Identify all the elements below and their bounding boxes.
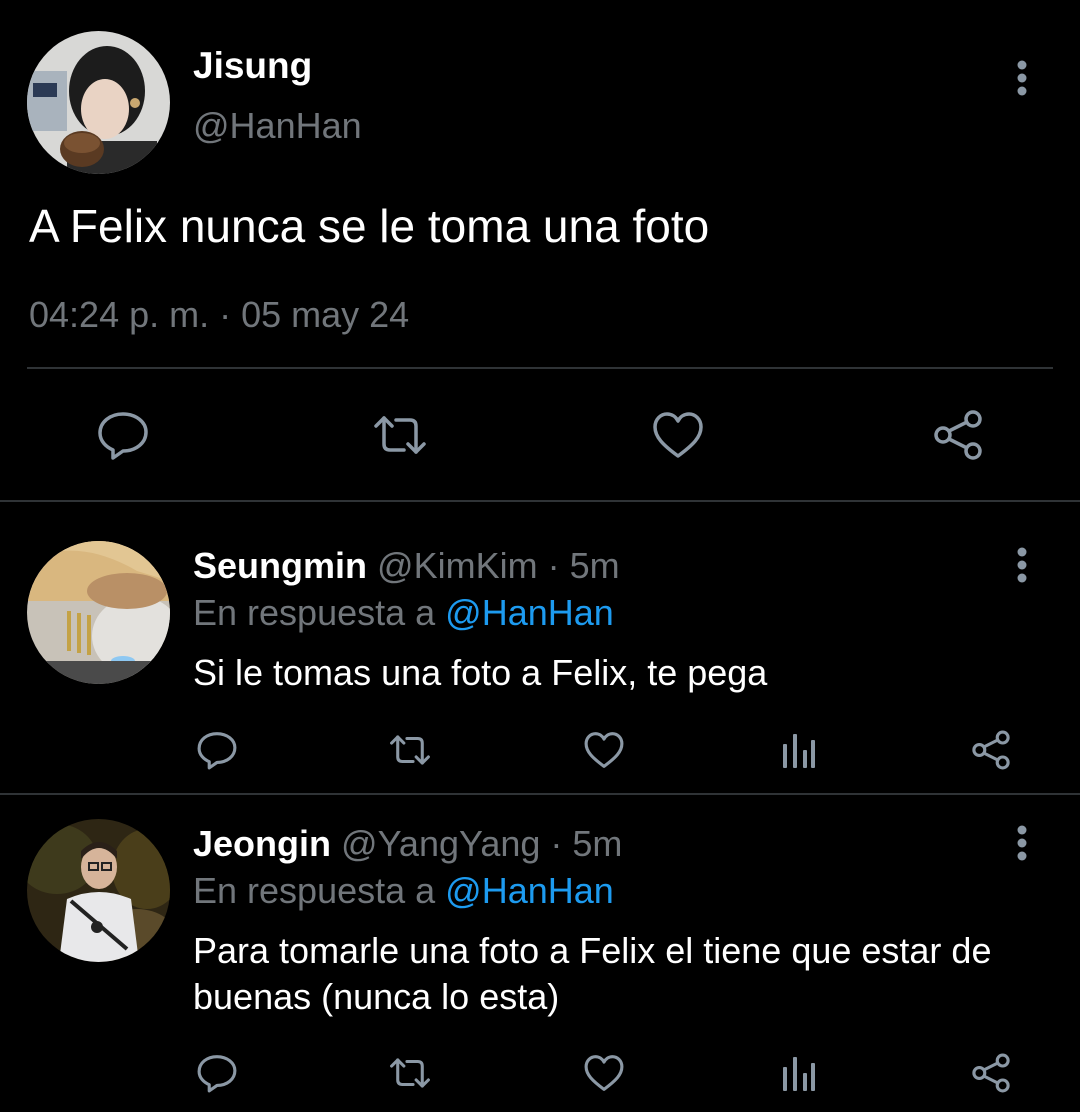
main-tweet-timestamp[interactable]: 04:24 p. m. · 05 may 24 xyxy=(29,292,409,338)
share-icon[interactable] xyxy=(967,1049,1015,1097)
more-vertical-icon[interactable] xyxy=(1002,48,1042,108)
reply-to-prefix: En respuesta a xyxy=(193,592,446,633)
reply-icon[interactable] xyxy=(193,726,241,774)
retweet-icon[interactable] xyxy=(370,405,430,465)
views-icon[interactable] xyxy=(774,726,822,774)
reply-icon[interactable] xyxy=(93,405,153,465)
share-icon[interactable] xyxy=(928,405,988,465)
reply-header: Seungmin @KimKim · 5m xyxy=(193,543,620,589)
main-author-avatar[interactable] xyxy=(27,31,170,174)
reply-time: · 5m xyxy=(547,545,620,586)
reply-text: Para tomarle una foto a Felix el tiene q… xyxy=(193,930,992,1017)
main-author-name[interactable]: Jisung xyxy=(193,44,312,88)
divider xyxy=(0,500,1080,502)
reply-time: · 5m xyxy=(550,823,623,864)
retweet-icon[interactable] xyxy=(385,1049,435,1097)
reply-to-prefix: En respuesta a xyxy=(193,870,446,911)
reply-author-handle[interactable]: @KimKim xyxy=(377,545,538,586)
views-icon[interactable] xyxy=(774,1049,822,1097)
reply-text: Si le tomas una foto a Felix, te pega xyxy=(193,652,768,693)
retweet-icon[interactable] xyxy=(385,726,435,774)
like-icon[interactable] xyxy=(580,726,628,774)
reply-author-avatar[interactable] xyxy=(27,541,170,684)
reply-mention-link[interactable]: @HanHan xyxy=(445,870,614,911)
like-icon[interactable] xyxy=(580,1049,628,1097)
reply-mention-link[interactable]: @HanHan xyxy=(445,592,614,633)
main-tweet-text: A Felix nunca se le toma una foto xyxy=(29,200,710,252)
reply-author-avatar[interactable] xyxy=(27,819,170,962)
reply-author-name[interactable]: Jeongin xyxy=(193,823,331,864)
reply-to-line: En respuesta a @HanHan xyxy=(193,868,614,914)
reply-author-name[interactable]: Seungmin xyxy=(193,545,367,586)
main-author-handle[interactable]: @HanHan xyxy=(193,104,362,148)
divider xyxy=(0,793,1080,795)
reply-author-handle[interactable]: @YangYang xyxy=(341,823,540,864)
more-vertical-icon[interactable] xyxy=(1002,535,1042,595)
more-vertical-icon[interactable] xyxy=(1002,813,1042,873)
share-icon[interactable] xyxy=(967,726,1015,774)
reply-icon[interactable] xyxy=(193,1049,241,1097)
divider xyxy=(27,367,1053,369)
like-icon[interactable] xyxy=(648,405,708,465)
reply-header: Jeongin @YangYang · 5m xyxy=(193,821,622,867)
reply-to-line: En respuesta a @HanHan xyxy=(193,590,614,636)
